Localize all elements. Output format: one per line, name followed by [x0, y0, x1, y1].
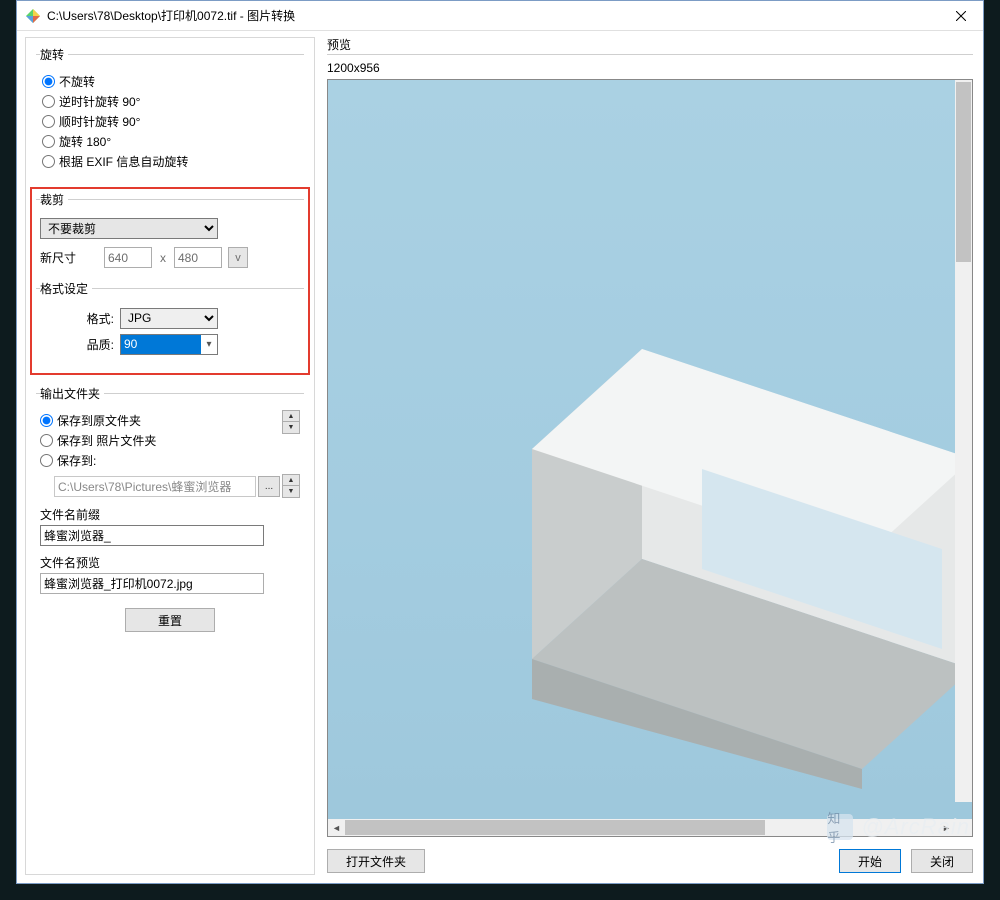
filename-preview-label: 文件名预览: [40, 554, 300, 571]
output-path-input[interactable]: [54, 476, 256, 497]
hscroll-thumb[interactable]: [345, 820, 765, 835]
hscroll-right-arrow[interactable]: ►: [938, 819, 955, 836]
crop-group: 裁剪 不要裁剪 新尺寸 x v: [36, 191, 304, 274]
start-button[interactable]: 开始: [839, 849, 901, 873]
new-size-label: 新尺寸: [40, 249, 98, 266]
rotate-180-radio[interactable]: [42, 135, 55, 148]
path-up-button[interactable]: ▲: [282, 474, 300, 486]
app-window: C:\Users\78\Desktop\打印机0072.tif - 图片转换 旋…: [16, 0, 984, 884]
rotate-ccw90-radio[interactable]: [42, 95, 55, 108]
open-folder-button[interactable]: 打开文件夹: [327, 849, 425, 873]
horizontal-scrollbar[interactable]: ◄ ►: [328, 819, 972, 836]
format-label: 格式:: [40, 310, 120, 327]
rotation-group: 旋转 不旋转 逆时针旋转 90° 顺时针旋转 90° 旋转 180° 根据 EX…: [36, 46, 304, 177]
preview-image[interactable]: [328, 80, 972, 819]
rotate-none-label: 不旋转: [59, 73, 95, 90]
app-icon: [25, 8, 41, 24]
settings-pane: 旋转 不旋转 逆时针旋转 90° 顺时针旋转 90° 旋转 180° 根据 EX…: [17, 31, 323, 883]
browse-button[interactable]: ...: [258, 476, 280, 497]
close-button[interactable]: [938, 1, 983, 30]
format-group: 格式设定 格式: JPG 品质: 90 ▾: [36, 280, 304, 363]
scroll-corner: [955, 819, 972, 836]
highlighted-settings: 裁剪 不要裁剪 新尺寸 x v 格式设定: [30, 187, 310, 375]
save-original-radio[interactable]: [40, 414, 53, 427]
rotate-exif-radio[interactable]: [42, 155, 55, 168]
format-legend: 格式设定: [40, 280, 92, 297]
prefix-input[interactable]: [40, 525, 264, 546]
hscroll-left-arrow[interactable]: ◄: [328, 819, 345, 836]
chevron-down-icon: ▾: [201, 339, 217, 350]
preview-viewport: ◄ ►: [327, 79, 973, 837]
preview-pane: 预览 1200x956: [323, 31, 983, 883]
printer-3d-render: [502, 269, 972, 789]
vscroll-thumb[interactable]: [956, 82, 971, 262]
crop-mode-select[interactable]: 不要裁剪: [40, 218, 218, 239]
rotate-cw90-radio[interactable]: [42, 115, 55, 128]
format-select[interactable]: JPG: [120, 308, 218, 329]
rotate-180-label: 旋转 180°: [59, 133, 111, 150]
output-order-spin: ▲ ▼: [282, 410, 300, 470]
action-bar: 打开文件夹 开始 关闭: [327, 837, 973, 875]
output-down-button[interactable]: ▼: [282, 422, 300, 434]
save-original-label: 保存到原文件夹: [57, 412, 141, 429]
crop-x-separator: x: [158, 251, 168, 265]
close-dialog-button[interactable]: 关闭: [911, 849, 973, 873]
reset-button[interactable]: 重置: [125, 608, 215, 632]
crop-height-input[interactable]: [174, 247, 222, 268]
prefix-label: 文件名前缀: [40, 506, 300, 523]
titlebar: C:\Users\78\Desktop\打印机0072.tif - 图片转换: [17, 1, 983, 31]
preview-dimensions: 1200x956: [327, 61, 973, 75]
close-icon: [956, 11, 966, 21]
quality-combo[interactable]: 90 ▾: [120, 334, 218, 355]
window-title: C:\Users\78\Desktop\打印机0072.tif - 图片转换: [47, 7, 295, 24]
save-custom-label: 保存到:: [57, 452, 96, 469]
crop-swap-button[interactable]: v: [228, 247, 248, 268]
preview-label: 预览: [327, 36, 351, 53]
rotate-ccw90-label: 逆时针旋转 90°: [59, 93, 140, 110]
rotate-cw90-label: 顺时针旋转 90°: [59, 113, 140, 130]
output-group: 输出文件夹 保存到原文件夹 保存到 照片文件夹 保存到: ▲ ▼: [36, 385, 304, 638]
vertical-scrollbar[interactable]: [955, 80, 972, 802]
output-up-button[interactable]: ▲: [282, 410, 300, 422]
crop-legend: 裁剪: [40, 191, 68, 208]
quality-label: 品质:: [40, 336, 120, 353]
rotate-none-radio[interactable]: [42, 75, 55, 88]
output-legend: 输出文件夹: [40, 385, 104, 402]
path-history-spin: ▲ ▼: [282, 474, 300, 498]
rotation-legend: 旋转: [40, 46, 68, 63]
save-photos-label: 保存到 照片文件夹: [57, 432, 156, 449]
rotate-exif-label: 根据 EXIF 信息自动旋转: [59, 153, 188, 170]
path-down-button[interactable]: ▼: [282, 486, 300, 498]
filename-preview-input: [40, 573, 264, 594]
crop-width-input[interactable]: [104, 247, 152, 268]
save-photos-radio[interactable]: [40, 434, 53, 447]
quality-value: 90: [121, 335, 201, 354]
save-custom-radio[interactable]: [40, 454, 53, 467]
